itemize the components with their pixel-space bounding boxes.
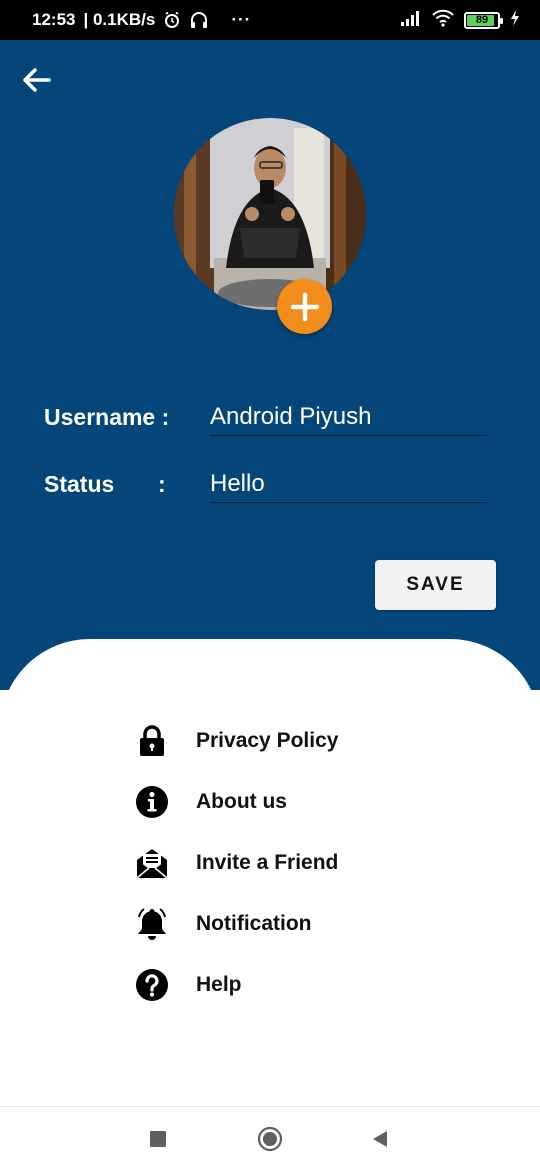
back-triangle-icon: [373, 1131, 387, 1147]
more-notifications-icon: ···: [231, 10, 252, 29]
info-icon: [134, 784, 170, 820]
menu-label: Invite a Friend: [196, 851, 339, 874]
status-left: 12:53 | 0.1KB/s ···: [32, 10, 251, 30]
charging-icon: [510, 9, 520, 31]
help-icon: [134, 967, 170, 1003]
signal-icon: [400, 10, 422, 31]
bell-icon: [134, 906, 170, 942]
menu-item-invite-a-friend[interactable]: Invite a Friend: [134, 843, 434, 883]
network-speed: | 0.1KB/s: [83, 10, 156, 29]
headset-icon: [189, 11, 209, 29]
status-bar: 12:53 | 0.1KB/s ··· 89: [0, 0, 540, 40]
back-nav-button[interactable]: [366, 1125, 394, 1153]
alarm-icon: [163, 11, 181, 29]
add-photo-button[interactable]: [277, 279, 332, 334]
menu-item-help[interactable]: Help: [134, 965, 434, 1005]
status-time: 12:53: [32, 10, 76, 29]
recents-icon: [150, 1131, 166, 1147]
menu-label: Privacy Policy: [196, 729, 339, 752]
save-button[interactable]: SAVE: [375, 560, 496, 610]
avatar[interactable]: [174, 118, 366, 310]
menu-item-notification[interactable]: Notification: [134, 904, 434, 944]
menu-label: Notification: [196, 912, 312, 935]
profile-header: Username : Android Piyush Status : Hello…: [0, 40, 540, 690]
home-button[interactable]: [256, 1125, 284, 1153]
back-button[interactable]: [18, 62, 54, 98]
menu-label: Help: [196, 973, 242, 996]
arrow-left-icon: [23, 68, 51, 92]
profile-photo: [174, 118, 366, 310]
plus-icon: [290, 292, 319, 321]
mail-open-icon: [134, 845, 170, 881]
battery-level: 89: [475, 14, 489, 26]
status-colon: :: [158, 471, 166, 497]
menu-item-privacy-policy[interactable]: Privacy Policy: [134, 721, 434, 761]
username-input[interactable]: Android Piyush: [210, 398, 488, 436]
recents-button[interactable]: [144, 1125, 172, 1153]
profile-screen: 12:53 | 0.1KB/s ··· 89 Username: Androi…: [0, 0, 540, 1170]
home-icon: [257, 1126, 283, 1152]
menu-item-about-us[interactable]: About us: [134, 782, 434, 822]
status-input[interactable]: Hello: [210, 465, 488, 503]
battery-icon: 89: [464, 11, 503, 29]
settings-sheet: Privacy Policy About us Invite a Friend …: [0, 639, 540, 1109]
status-label: Status: [44, 471, 115, 497]
lock-icon: [134, 723, 170, 759]
wifi-icon: [432, 9, 454, 32]
menu-label: About us: [196, 790, 287, 813]
system-nav-bar: [0, 1106, 540, 1170]
status-right: 89: [400, 9, 520, 32]
username-label: Username :: [44, 404, 170, 430]
